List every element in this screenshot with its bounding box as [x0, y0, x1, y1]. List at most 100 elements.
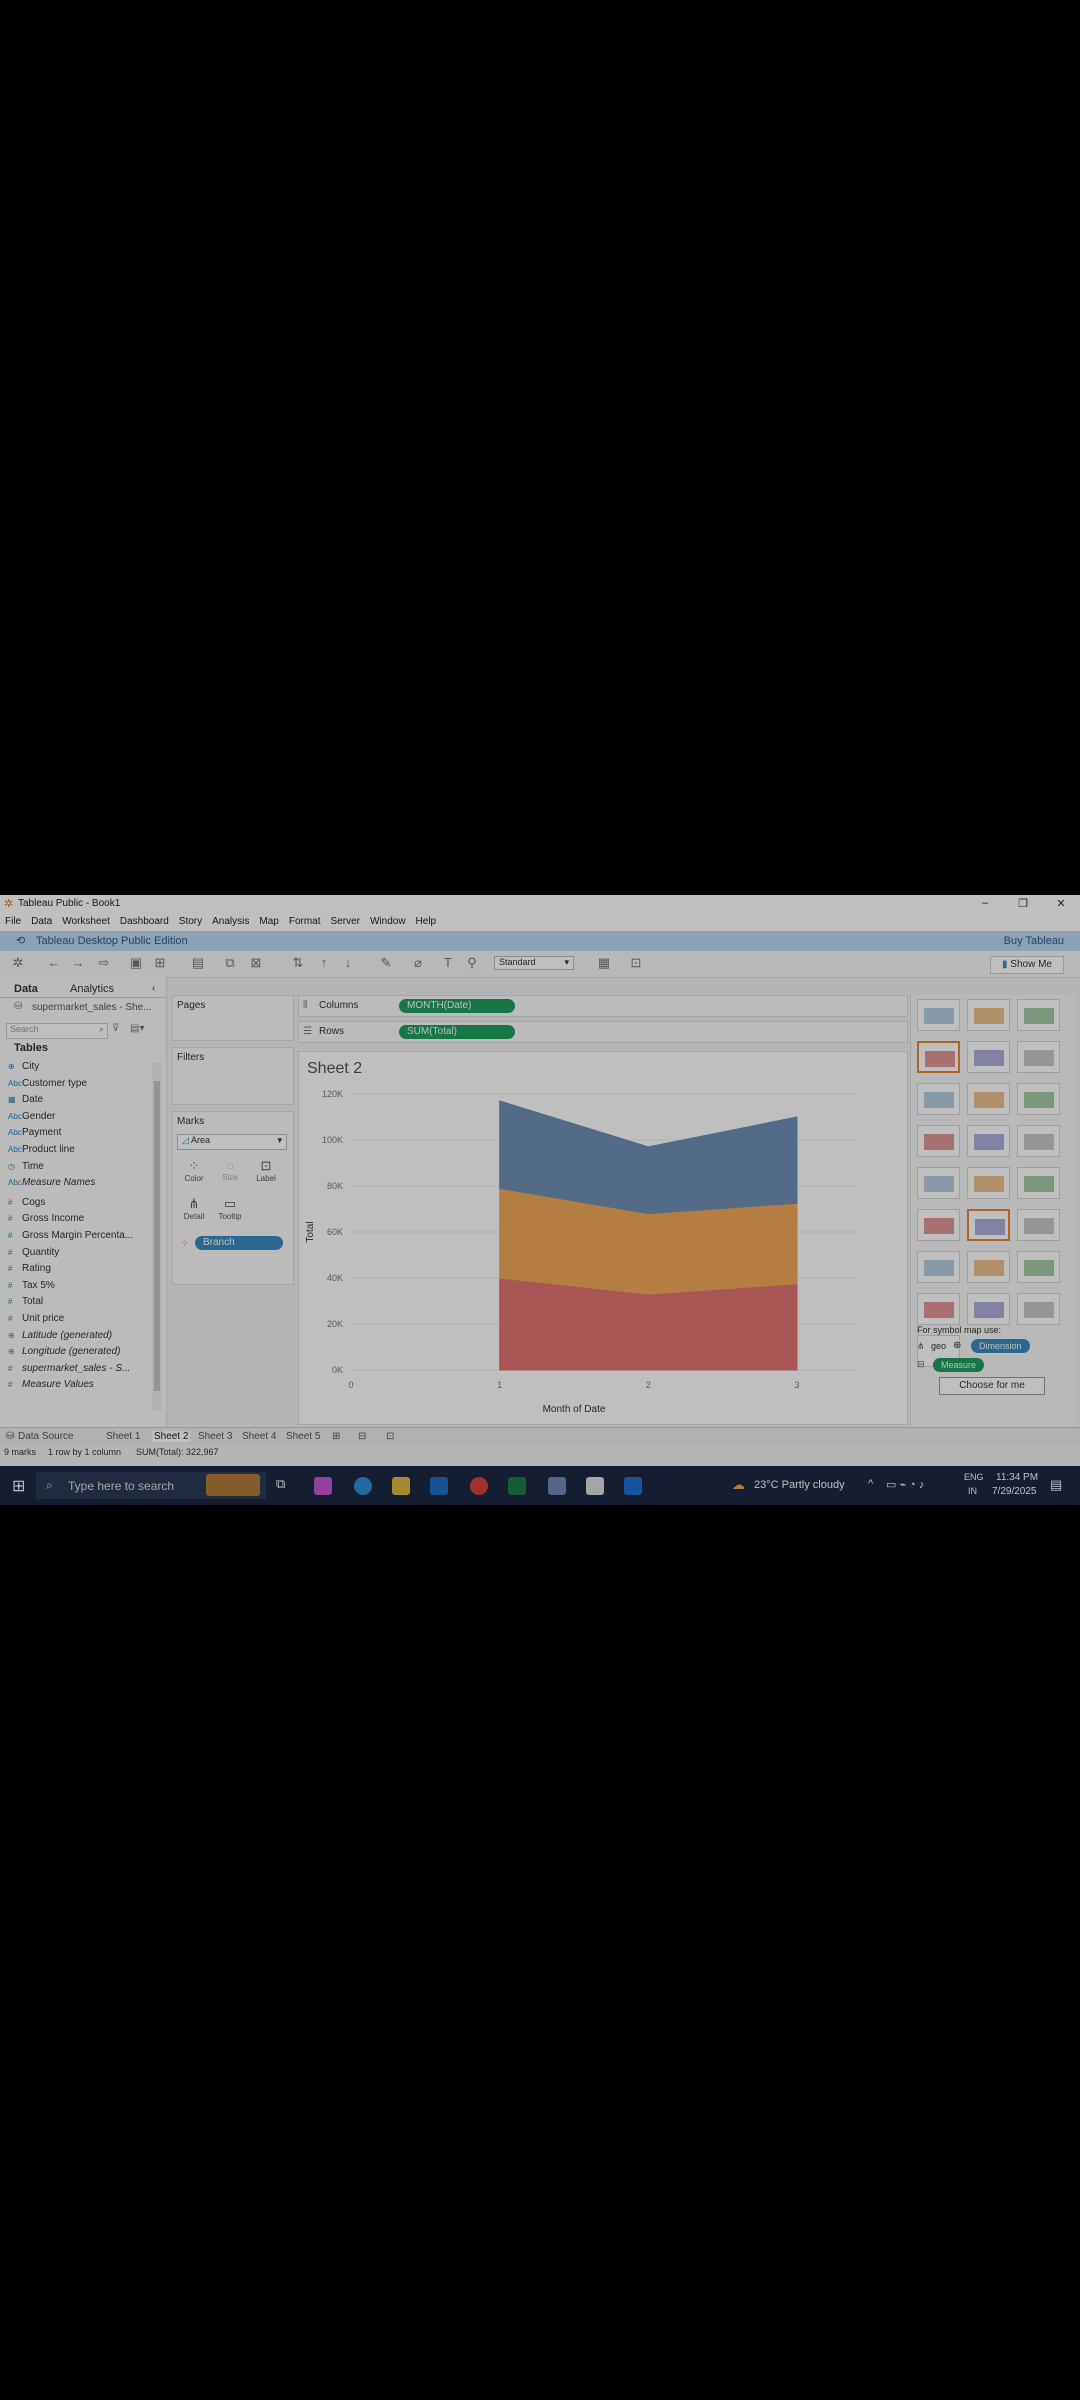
tray-icons[interactable]: ▭ ⌁ ◔ ♪: [886, 1478, 924, 1491]
field-item[interactable]: # supermarket_sales - S...: [8, 1363, 130, 1379]
field-search-input[interactable]: Search ⌕: [6, 1023, 108, 1039]
redo-icon[interactable]: →: [70, 956, 86, 970]
menu-analysis[interactable]: Analysis: [207, 913, 254, 930]
pin-icon[interactable]: ⚲: [464, 956, 480, 970]
field-item[interactable]: # Gross Margin Percenta...: [8, 1230, 133, 1246]
new-story-tab-icon[interactable]: ⊡: [386, 1431, 394, 1442]
tableau-taskbar-icon[interactable]: [548, 1477, 566, 1495]
field-list-scrollbar[interactable]: [152, 1063, 162, 1411]
maximize-button[interactable]: ❐: [1010, 897, 1036, 911]
text-label-icon[interactable]: T: [440, 956, 456, 970]
histogram-thumbnail[interactable]: [967, 1251, 1010, 1283]
menu-story[interactable]: Story: [174, 913, 207, 930]
view-options-icon[interactable]: ▤▾: [130, 1023, 144, 1034]
tableau-home-icon[interactable]: ✲: [10, 956, 26, 970]
tab-data[interactable]: Data: [14, 983, 38, 995]
dual-lines-thumbnail[interactable]: [1017, 1167, 1060, 1199]
treemap-thumbnail[interactable]: [917, 1125, 960, 1157]
area-continuous-thumbnail[interactable]: [917, 1209, 960, 1241]
close-button[interactable]: ✕: [1048, 897, 1074, 911]
replay-icon[interactable]: ⇨: [96, 956, 112, 970]
presentation-mode-icon[interactable]: ⊡: [628, 956, 644, 970]
side-by-side-circles-thumbnail[interactable]: [1017, 1125, 1060, 1157]
highlight-icon[interactable]: ✎: [378, 956, 394, 970]
size-button[interactable]: ◌ Size: [215, 1156, 245, 1188]
new-dashboard-tab-icon[interactable]: ⊟: [358, 1431, 366, 1442]
tray-chevron-icon[interactable]: ^: [868, 1478, 873, 1490]
field-item[interactable]: ◷ Time: [8, 1161, 44, 1177]
undo-icon[interactable]: ←: [46, 956, 62, 970]
area-chart[interactable]: 0K 20K 40K 60K 80K 100K 120K 0 1 2 3 Month of Date T…: [299, 1052, 907, 1424]
app-icon[interactable]: [586, 1477, 604, 1495]
show-me-button[interactable]: ▮ Show Me: [990, 956, 1064, 974]
collapse-pane-icon[interactable]: ‹: [152, 983, 155, 994]
choose-for-me-button[interactable]: Choose for me: [939, 1377, 1045, 1395]
tab-data-source[interactable]: Data Source: [18, 1431, 74, 1442]
new-worksheet-icon[interactable]: ▤: [190, 956, 206, 970]
columns-shelf[interactable]: ⦀ Columns MONTH(Date): [298, 995, 908, 1017]
menu-file[interactable]: File: [0, 913, 26, 930]
clear-sheet-icon[interactable]: ⊠: [248, 956, 264, 970]
weather-text[interactable]: 23°C Partly cloudy: [754, 1479, 845, 1491]
field-item[interactable]: # Quantity: [8, 1247, 59, 1263]
field-item[interactable]: AbcProduct line: [8, 1144, 75, 1160]
menu-help[interactable]: Help: [411, 913, 442, 930]
clock-time[interactable]: 11:34 PM: [996, 1472, 1038, 1483]
symbol-map-thumbnail[interactable]: [917, 1041, 960, 1073]
save-icon[interactable]: ▣: [128, 956, 144, 970]
pie-chart-thumbnail[interactable]: [1017, 1041, 1060, 1073]
stacked-bars-thumbnail[interactable]: [967, 1083, 1010, 1115]
filter-fields-icon[interactable]: ⊽: [112, 1023, 119, 1034]
field-item[interactable]: # Total: [8, 1296, 43, 1312]
label-button[interactable]: ⊡ Label: [251, 1156, 281, 1188]
group-icon[interactable]: ⌀: [410, 956, 426, 970]
circle-view-thumbnail[interactable]: [967, 1125, 1010, 1157]
copilot-icon[interactable]: [314, 1477, 332, 1495]
text-table-thumbnail[interactable]: [917, 999, 960, 1031]
taskbar-search[interactable]: ⌕ Type here to search: [36, 1472, 266, 1499]
sort-ascending-icon[interactable]: ↑: [316, 956, 332, 970]
field-item[interactable]: # Unit price: [8, 1313, 64, 1329]
horizontal-bars-thumbnail[interactable]: [917, 1083, 960, 1115]
sort-descending-icon[interactable]: ↓: [340, 956, 356, 970]
paint-icon[interactable]: [624, 1477, 642, 1495]
edge-icon[interactable]: [354, 1477, 372, 1495]
windows-start-icon[interactable]: ⊞: [12, 1476, 25, 1496]
filled-map-thumbnail[interactable]: [967, 1041, 1010, 1073]
line-continuous-thumbnail[interactable]: [917, 1167, 960, 1199]
menu-window[interactable]: Window: [365, 913, 411, 930]
heat-map-thumbnail[interactable]: [967, 999, 1010, 1031]
notification-icon[interactable]: ▤: [1050, 1477, 1062, 1493]
field-item[interactable]: AbcGender: [8, 1111, 55, 1127]
field-item[interactable]: AbcCustomer type: [8, 1078, 87, 1094]
month-date-pill[interactable]: MONTH(Date): [399, 999, 515, 1013]
mark-type-dropdown[interactable]: ◿ Area ▾: [177, 1134, 287, 1150]
rows-shelf[interactable]: ☰ Rows SUM(Total): [298, 1021, 908, 1043]
sum-total-pill[interactable]: SUM(Total): [399, 1025, 515, 1039]
filters-card[interactable]: Filters: [172, 1047, 294, 1105]
chrome-icon[interactable]: [470, 1477, 488, 1495]
line-discrete-thumbnail[interactable]: [967, 1167, 1010, 1199]
box-whisker-thumbnail[interactable]: [1017, 1251, 1060, 1283]
tab-sheet-5[interactable]: Sheet 5: [286, 1431, 320, 1442]
swap-rows-columns-icon[interactable]: ⇅: [290, 956, 306, 970]
area-discrete-thumbnail[interactable]: [967, 1209, 1010, 1241]
field-item[interactable]: # Measure Values: [8, 1379, 94, 1395]
field-item[interactable]: # Tax 5%: [8, 1280, 55, 1296]
tab-sheet-1[interactable]: Sheet 1: [106, 1431, 140, 1442]
field-item[interactable]: ⊕ City: [8, 1061, 39, 1077]
tab-sheet-3[interactable]: Sheet 3: [198, 1431, 232, 1442]
menu-format[interactable]: Format: [284, 913, 326, 930]
outlook-icon[interactable]: [430, 1477, 448, 1495]
field-item[interactable]: # Cogs: [8, 1197, 45, 1213]
datasource-name[interactable]: supermarket_sales - She...: [32, 1002, 152, 1013]
highlight-table-thumbnail[interactable]: [1017, 999, 1060, 1031]
tab-sheet-2[interactable]: Sheet 2: [152, 1431, 191, 1442]
menu-data[interactable]: Data: [26, 913, 57, 930]
field-item[interactable]: ▦ Date: [8, 1094, 43, 1110]
color-button[interactable]: ⁘ Color: [179, 1156, 209, 1188]
field-item[interactable]: AbcPayment: [8, 1127, 61, 1143]
minimize-button[interactable]: –: [972, 897, 998, 911]
task-view-icon[interactable]: ⧉: [276, 1476, 285, 1492]
scatter-plot-thumbnail[interactable]: [917, 1251, 960, 1283]
